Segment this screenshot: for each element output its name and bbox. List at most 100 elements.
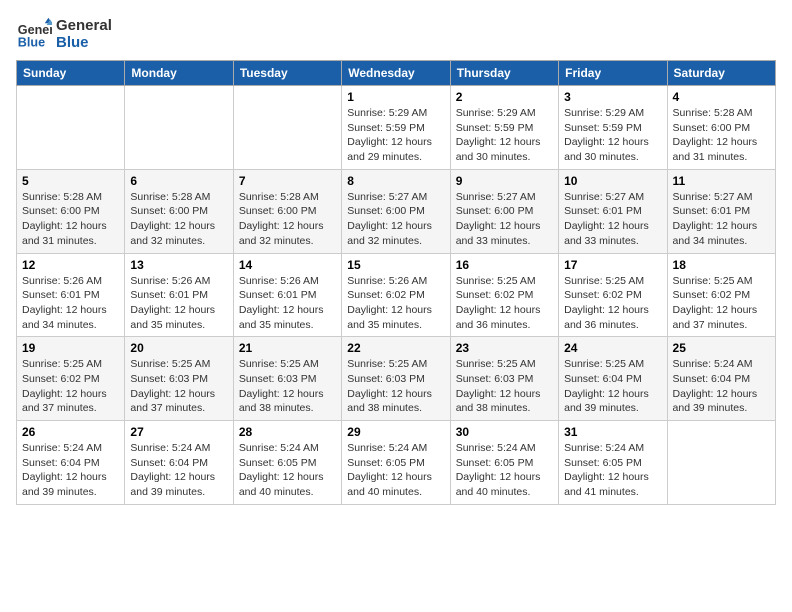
logo-icon: General Blue xyxy=(16,16,52,52)
day-number: 21 xyxy=(239,341,336,355)
calendar-cell: 21 Sunrise: 5:25 AM Sunset: 6:03 PM Dayli… xyxy=(233,337,341,421)
logo-text-general: General xyxy=(56,17,112,34)
calendar-cell: 19Sunrise: 5:25 AM Sunset: 6:02 PM Dayli… xyxy=(17,337,125,421)
day-number: 3 xyxy=(564,90,661,104)
logo-text-blue: Blue xyxy=(56,34,112,51)
day-number: 18 xyxy=(673,258,770,272)
calendar-table: SundayMondayTuesdayWednesdayThursdayFrid… xyxy=(16,60,776,505)
day-number: 29 xyxy=(347,425,444,439)
day-number: 26 xyxy=(22,425,119,439)
day-number: 12 xyxy=(22,258,119,272)
calendar-cell: 24 Sunrise: 5:25 AM Sunset: 6:04 PM Dayli… xyxy=(559,337,667,421)
calendar-week-3: 12 Sunrise: 5:26 AM Sunset: 6:01 PM Dayli… xyxy=(17,253,776,337)
day-info: Sunrise: 5:24 AM Sunset: 6:04 PM Dayligh… xyxy=(130,441,227,500)
calendar-cell: 2Sunrise: 5:29 AM Sunset: 5:59 PM Daylig… xyxy=(450,86,558,170)
day-info: Sunrise: 5:24 AM Sunset: 6:04 PM Dayligh… xyxy=(22,441,119,500)
calendar-cell: 14 Sunrise: 5:26 AM Sunset: 6:01 PM Dayli… xyxy=(233,253,341,337)
day-info: Sunrise: 5:26 AM Sunset: 6:01 PM Dayligh… xyxy=(22,274,119,333)
day-number: 22 xyxy=(347,341,444,355)
day-info: Sunrise: 5:25 AM Sunset: 6:03 PM Dayligh… xyxy=(347,357,444,416)
day-info: Sunrise: 5:29 AM Sunset: 5:59 PM Dayligh… xyxy=(347,106,444,165)
day-number: 24 xyxy=(564,341,661,355)
day-number: 11 xyxy=(673,174,770,188)
day-number: 13 xyxy=(130,258,227,272)
day-header-wednesday: Wednesday xyxy=(342,61,450,86)
calendar-week-2: 5 Sunrise: 5:28 AM Sunset: 6:00 PM Daylig… xyxy=(17,169,776,253)
day-header-monday: Monday xyxy=(125,61,233,86)
day-number: 15 xyxy=(347,258,444,272)
calendar-cell: 13 Sunrise: 5:26 AM Sunset: 6:01 PM Dayli… xyxy=(125,253,233,337)
day-info: Sunrise: 5:24 AM Sunset: 6:05 PM Dayligh… xyxy=(239,441,336,500)
day-header-friday: Friday xyxy=(559,61,667,86)
calendar-cell: 7 Sunrise: 5:28 AM Sunset: 6:00 PM Daylig… xyxy=(233,169,341,253)
day-info: Sunrise: 5:25 AM Sunset: 6:03 PM Dayligh… xyxy=(456,357,553,416)
day-header-sunday: Sunday xyxy=(17,61,125,86)
logo: General Blue General Blue xyxy=(16,16,112,52)
calendar-cell: 31 Sunrise: 5:24 AM Sunset: 6:05 PM Dayli… xyxy=(559,421,667,505)
day-info: Sunrise: 5:28 AM Sunset: 6:00 PM Dayligh… xyxy=(22,190,119,249)
day-number: 5 xyxy=(22,174,119,188)
day-info: Sunrise: 5:25 AM Sunset: 6:04 PM Dayligh… xyxy=(564,357,661,416)
day-info: Sunrise: 5:29 AM Sunset: 5:59 PM Dayligh… xyxy=(456,106,553,165)
calendar-cell: 22 Sunrise: 5:25 AM Sunset: 6:03 PM Dayli… xyxy=(342,337,450,421)
calendar-cell: 26 Sunrise: 5:24 AM Sunset: 6:04 PM Dayli… xyxy=(17,421,125,505)
calendar-cell: 18 Sunrise: 5:25 AM Sunset: 6:02 PM Dayli… xyxy=(667,253,775,337)
calendar-cell xyxy=(17,86,125,170)
calendar-cell xyxy=(125,86,233,170)
day-info: Sunrise: 5:27 AM Sunset: 6:00 PM Dayligh… xyxy=(347,190,444,249)
day-number: 17 xyxy=(564,258,661,272)
day-info: Sunrise: 5:28 AM Sunset: 6:00 PM Dayligh… xyxy=(673,106,770,165)
day-number: 30 xyxy=(456,425,553,439)
calendar-week-1: 1 Sunrise: 5:29 AM Sunset: 5:59 PM Daylig… xyxy=(17,86,776,170)
day-info: Sunrise: 5:28 AM Sunset: 6:00 PM Dayligh… xyxy=(239,190,336,249)
day-info: Sunrise: 5:26 AM Sunset: 6:01 PM Dayligh… xyxy=(239,274,336,333)
calendar-week-5: 26 Sunrise: 5:24 AM Sunset: 6:04 PM Dayli… xyxy=(17,421,776,505)
day-info: Sunrise: 5:25 AM Sunset: 6:02 PM Dayligh… xyxy=(564,274,661,333)
calendar-cell: 10 Sunrise: 5:27 AM Sunset: 6:01 PM Dayli… xyxy=(559,169,667,253)
day-info: Sunrise: 5:27 AM Sunset: 6:00 PM Dayligh… xyxy=(456,190,553,249)
calendar-cell: 5 Sunrise: 5:28 AM Sunset: 6:00 PM Daylig… xyxy=(17,169,125,253)
day-number: 6 xyxy=(130,174,227,188)
day-number: 27 xyxy=(130,425,227,439)
day-header-saturday: Saturday xyxy=(667,61,775,86)
calendar-week-4: 19Sunrise: 5:25 AM Sunset: 6:02 PM Dayli… xyxy=(17,337,776,421)
day-number: 7 xyxy=(239,174,336,188)
page-header: General Blue General Blue xyxy=(16,16,776,52)
day-info: Sunrise: 5:25 AM Sunset: 6:02 PM Dayligh… xyxy=(456,274,553,333)
day-info: Sunrise: 5:29 AM Sunset: 5:59 PM Dayligh… xyxy=(564,106,661,165)
day-number: 9 xyxy=(456,174,553,188)
day-info: Sunrise: 5:24 AM Sunset: 6:05 PM Dayligh… xyxy=(564,441,661,500)
calendar-cell: 29 Sunrise: 5:24 AM Sunset: 6:05 PM Dayli… xyxy=(342,421,450,505)
calendar-cell: 27 Sunrise: 5:24 AM Sunset: 6:04 PM Dayli… xyxy=(125,421,233,505)
day-header-tuesday: Tuesday xyxy=(233,61,341,86)
calendar-cell: 12 Sunrise: 5:26 AM Sunset: 6:01 PM Dayli… xyxy=(17,253,125,337)
day-number: 10 xyxy=(564,174,661,188)
calendar-cell: 1 Sunrise: 5:29 AM Sunset: 5:59 PM Daylig… xyxy=(342,86,450,170)
day-info: Sunrise: 5:27 AM Sunset: 6:01 PM Dayligh… xyxy=(564,190,661,249)
day-number: 1 xyxy=(347,90,444,104)
day-info: Sunrise: 5:26 AM Sunset: 6:02 PM Dayligh… xyxy=(347,274,444,333)
day-info: Sunrise: 5:25 AM Sunset: 6:03 PM Dayligh… xyxy=(239,357,336,416)
calendar-cell: 3 Sunrise: 5:29 AM Sunset: 5:59 PM Daylig… xyxy=(559,86,667,170)
calendar-cell: 6 Sunrise: 5:28 AM Sunset: 6:00 PM Daylig… xyxy=(125,169,233,253)
day-number: 19 xyxy=(22,341,119,355)
calendar-cell xyxy=(667,421,775,505)
day-number: 14 xyxy=(239,258,336,272)
calendar-cell: 30Sunrise: 5:24 AM Sunset: 6:05 PM Dayli… xyxy=(450,421,558,505)
day-number: 23 xyxy=(456,341,553,355)
day-info: Sunrise: 5:24 AM Sunset: 6:05 PM Dayligh… xyxy=(347,441,444,500)
day-info: Sunrise: 5:28 AM Sunset: 6:00 PM Dayligh… xyxy=(130,190,227,249)
svg-text:Blue: Blue xyxy=(18,36,45,50)
day-number: 20 xyxy=(130,341,227,355)
day-header-thursday: Thursday xyxy=(450,61,558,86)
calendar-cell: 25 Sunrise: 5:24 AM Sunset: 6:04 PM Dayli… xyxy=(667,337,775,421)
day-info: Sunrise: 5:26 AM Sunset: 6:01 PM Dayligh… xyxy=(130,274,227,333)
day-number: 8 xyxy=(347,174,444,188)
calendar-cell: 11Sunrise: 5:27 AM Sunset: 6:01 PM Dayli… xyxy=(667,169,775,253)
day-number: 28 xyxy=(239,425,336,439)
calendar-cell: 16Sunrise: 5:25 AM Sunset: 6:02 PM Dayli… xyxy=(450,253,558,337)
day-info: Sunrise: 5:25 AM Sunset: 6:02 PM Dayligh… xyxy=(673,274,770,333)
day-info: Sunrise: 5:24 AM Sunset: 6:04 PM Dayligh… xyxy=(673,357,770,416)
day-number: 31 xyxy=(564,425,661,439)
day-number: 25 xyxy=(673,341,770,355)
